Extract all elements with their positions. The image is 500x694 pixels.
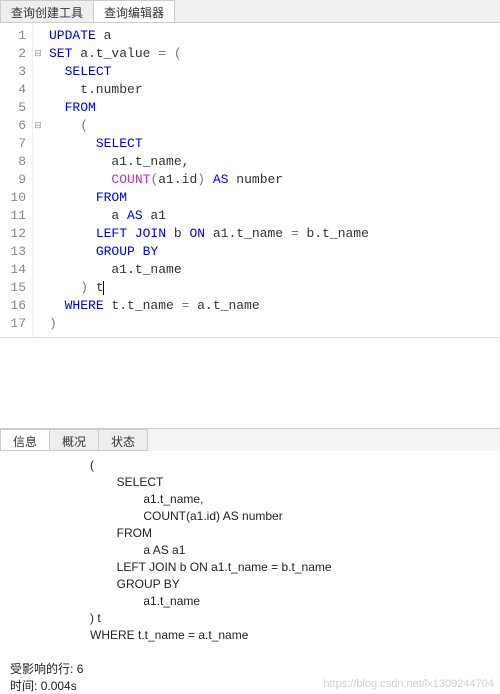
affected-rows-value: 6 bbox=[77, 662, 84, 676]
result-message-body: ( SELECT a1.t_name, COUNT(a1.id) AS numb… bbox=[0, 451, 500, 654]
editor-tab-bar: 查询创建工具 查询编辑器 bbox=[0, 0, 500, 23]
elapsed-time-value: 0.004s bbox=[41, 679, 77, 693]
tab-query-builder[interactable]: 查询创建工具 bbox=[0, 0, 94, 22]
fold-gutter: ⊟⊟ bbox=[33, 23, 43, 337]
affected-rows-label: 受影响的行: bbox=[10, 662, 73, 676]
result-tab-info[interactable]: 信息 bbox=[0, 429, 50, 451]
code-area[interactable]: UPDATE aSET a.t_value = ( SELECT t.numbe… bbox=[43, 23, 500, 337]
line-number-gutter: 1234567891011121314151617 bbox=[0, 23, 33, 337]
editor-empty-space bbox=[0, 338, 500, 428]
elapsed-time-label: 时间: bbox=[10, 679, 37, 693]
watermark: https://blog.csdn.net/lx1309244704 bbox=[323, 678, 494, 690]
sql-editor[interactable]: 1234567891011121314151617 ⊟⊟ UPDATE aSET… bbox=[0, 23, 500, 338]
result-tab-profile[interactable]: 概况 bbox=[49, 429, 99, 451]
result-tab-status[interactable]: 状态 bbox=[98, 429, 148, 451]
result-tab-bar: 信息 概况 状态 bbox=[0, 428, 500, 451]
tab-query-editor[interactable]: 查询编辑器 bbox=[93, 0, 175, 22]
